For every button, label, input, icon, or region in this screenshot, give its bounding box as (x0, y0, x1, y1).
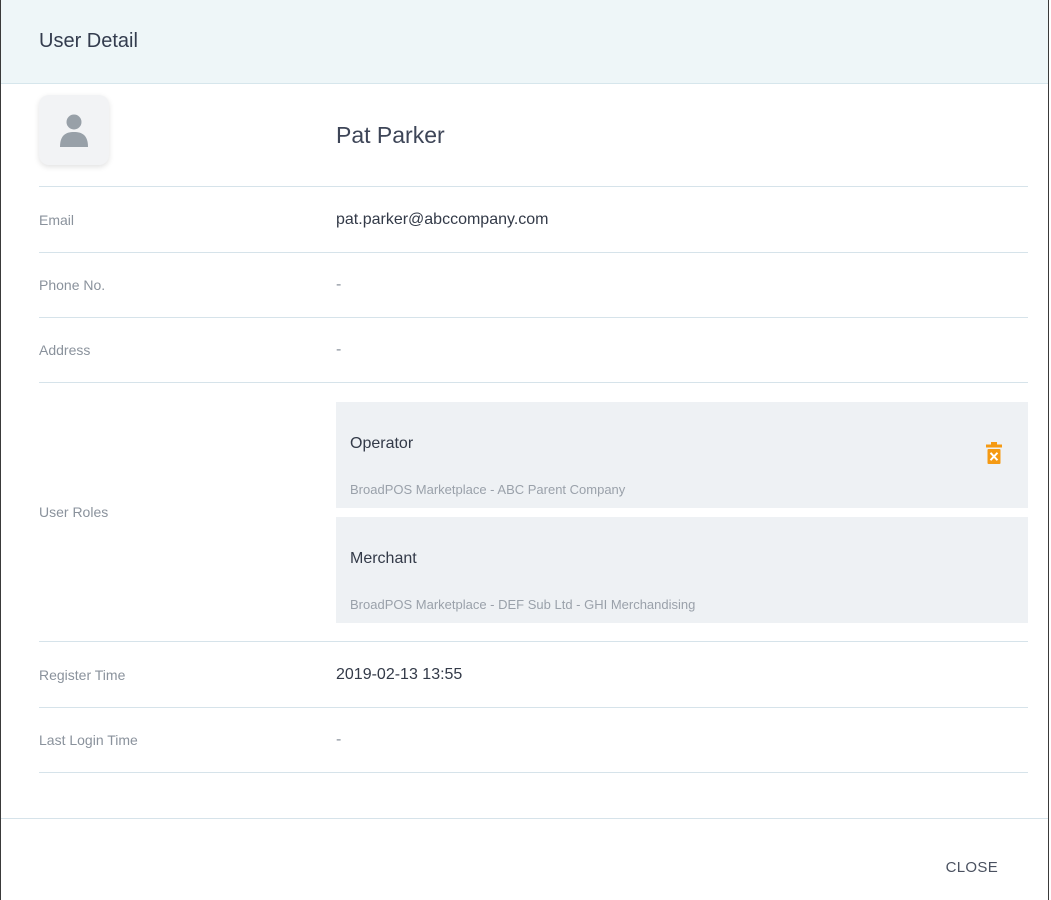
user-roles-row: User Roles Operator BroadPOS Marketplace… (39, 383, 1028, 642)
user-roles-label: User Roles (39, 504, 109, 520)
user-name: Pat Parker (336, 121, 445, 148)
role-name: Merchant (350, 549, 417, 567)
email-value: pat.parker@abccompany.com (336, 210, 549, 228)
user-detail-dialog: User Detail Pat Parker Email pat.parker@… (0, 0, 1049, 900)
roles-list: Operator BroadPOS Marketplace - ABC Pare… (336, 401, 1028, 623)
last-login-time-value: - (336, 731, 342, 748)
trash-icon (986, 441, 1002, 464)
user-silhouette-icon (60, 114, 88, 147)
dialog-header: User Detail (1, 0, 1048, 84)
avatar (39, 95, 109, 165)
role-card: Merchant BroadPOS Marketplace - DEF Sub … (336, 516, 1028, 623)
last-login-time-row: Last Login Time - (39, 708, 1028, 773)
address-value: - (336, 341, 342, 358)
email-label: Email (39, 211, 75, 228)
register-time-label: Register Time (39, 666, 126, 683)
close-button[interactable]: CLOSE (946, 859, 998, 876)
phone-row: Phone No. - (39, 253, 1028, 318)
address-row: Address - (39, 318, 1028, 383)
role-name: Operator (350, 434, 414, 452)
address-label: Address (39, 342, 91, 358)
dialog-title: User Detail (39, 30, 138, 52)
dialog-footer: CLOSE (1, 818, 1048, 900)
delete-role-button[interactable] (986, 441, 1002, 465)
email-row: Email pat.parker@abccompany.com (39, 187, 1028, 253)
phone-label: Phone No. (39, 277, 106, 293)
register-time-row: Register Time 2019-02-13 13:55 (39, 642, 1028, 708)
role-scope: BroadPOS Marketplace - DEF Sub Ltd - GHI… (350, 596, 696, 612)
last-login-time-label: Last Login Time (39, 732, 138, 748)
role-scope: BroadPOS Marketplace - ABC Parent Compan… (350, 481, 626, 497)
profile-row: Pat Parker (39, 84, 1028, 187)
role-card: Operator BroadPOS Marketplace - ABC Pare… (336, 401, 1028, 508)
phone-value: - (336, 276, 342, 293)
register-time-value: 2019-02-13 13:55 (336, 665, 463, 683)
dialog-body: Pat Parker Email pat.parker@abccompany.c… (1, 84, 1048, 773)
